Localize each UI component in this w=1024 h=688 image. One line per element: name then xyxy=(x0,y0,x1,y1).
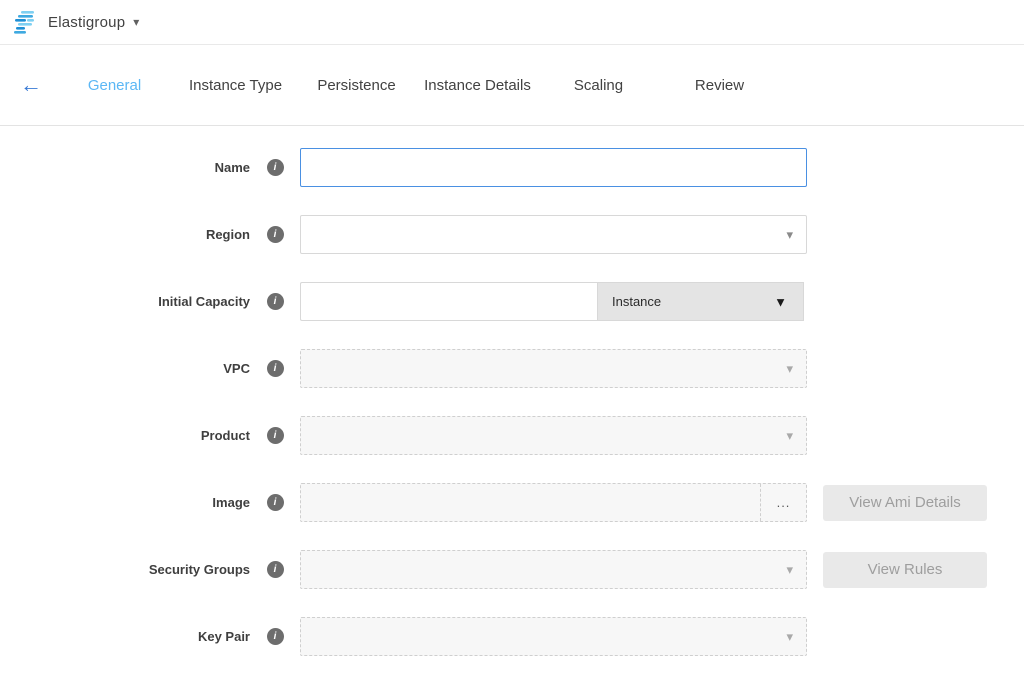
info-icon[interactable]: i xyxy=(267,226,284,243)
elastigroup-logo-icon xyxy=(12,9,40,35)
initial-capacity-input[interactable] xyxy=(300,282,597,321)
vpc-label: VPC xyxy=(0,361,250,376)
general-form: Name i Region i ▾ Initial Capacity i Ins… xyxy=(0,126,1024,656)
name-input[interactable] xyxy=(300,148,807,187)
field-row-name: Name i xyxy=(0,148,1024,187)
field-row-region: Region i ▾ xyxy=(0,215,1024,254)
name-label: Name xyxy=(0,160,250,175)
chevron-down-icon: ▾ xyxy=(786,562,793,578)
capacity-unit-select[interactable]: Instance ▼ xyxy=(597,282,804,321)
back-arrow-icon: ← xyxy=(20,72,42,97)
info-icon[interactable]: i xyxy=(267,293,284,310)
field-row-vpc: VPC i ▾ xyxy=(0,349,1024,388)
wizard-tabs: General Instance Type Persistence Instan… xyxy=(54,77,780,94)
back-button[interactable]: ← xyxy=(14,72,48,98)
info-icon[interactable]: i xyxy=(267,360,284,377)
chevron-down-icon: ▾ xyxy=(786,361,793,377)
browse-ellipsis-button: ... xyxy=(760,484,806,521)
tab-general[interactable]: General xyxy=(54,77,175,94)
chevron-down-icon: ▾ xyxy=(786,629,793,645)
chevron-down-icon: ▾ xyxy=(133,15,139,29)
tab-instance-type[interactable]: Instance Type xyxy=(175,77,296,94)
info-icon[interactable]: i xyxy=(267,561,284,578)
tab-scaling[interactable]: Scaling xyxy=(538,77,659,94)
field-row-product: Product i ▾ xyxy=(0,416,1024,455)
view-rules-button: View Rules xyxy=(823,552,987,588)
security-groups-label: Security Groups xyxy=(0,562,250,577)
key-pair-label: Key Pair xyxy=(0,629,250,644)
field-row-security-groups: Security Groups i ▾ View Rules xyxy=(0,550,1024,589)
info-icon[interactable]: i xyxy=(267,628,284,645)
wizard-tab-bar: ← General Instance Type Persistence Inst… xyxy=(0,45,1024,126)
key-pair-select: ▾ xyxy=(300,617,807,656)
image-label: Image xyxy=(0,495,250,510)
product-select: ▾ xyxy=(300,416,807,455)
tab-review[interactable]: Review xyxy=(659,77,780,94)
security-groups-select: ▾ xyxy=(300,550,807,589)
tab-persistence[interactable]: Persistence xyxy=(296,77,417,94)
field-row-initial-capacity: Initial Capacity i Instance ▼ xyxy=(0,282,1024,321)
field-row-key-pair: Key Pair i ▾ xyxy=(0,617,1024,656)
info-icon[interactable]: i xyxy=(267,427,284,444)
info-icon[interactable]: i xyxy=(267,494,284,511)
chevron-down-icon: ▼ xyxy=(774,294,787,309)
initial-capacity-label: Initial Capacity xyxy=(0,294,250,309)
chevron-down-icon: ▾ xyxy=(786,227,793,243)
app-title: Elastigroup xyxy=(48,14,125,31)
product-label: Product xyxy=(0,428,250,443)
view-ami-details-button: View Ami Details xyxy=(823,485,987,521)
chevron-down-icon: ▾ xyxy=(786,428,793,444)
capacity-unit-value: Instance xyxy=(612,294,661,309)
image-input: ... xyxy=(300,483,807,522)
region-select[interactable]: ▾ xyxy=(300,215,807,254)
top-bar: Elastigroup ▾ xyxy=(0,0,1024,45)
tab-instance-details[interactable]: Instance Details xyxy=(417,77,538,94)
field-row-image: Image i ... View Ami Details xyxy=(0,483,1024,522)
info-icon[interactable]: i xyxy=(267,159,284,176)
vpc-select: ▾ xyxy=(300,349,807,388)
app-switcher[interactable]: Elastigroup ▾ xyxy=(48,14,139,31)
region-label: Region xyxy=(0,227,250,242)
